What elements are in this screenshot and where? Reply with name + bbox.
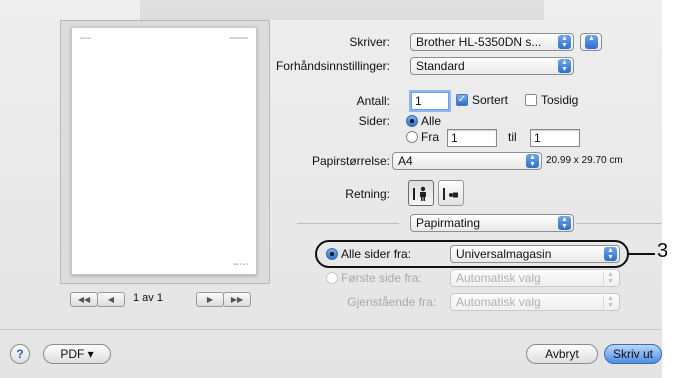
two-sided-label: Tosidig — [541, 93, 579, 107]
preview-panel: Heit sett 00000000000 Side 1 av 1 — [60, 20, 270, 284]
popup-arrows-icon: ▲ ▼ — [603, 271, 617, 285]
presets-label: Forhåndsinnstillinger: — [275, 59, 390, 73]
previous-page-button[interactable]: ◀ — [97, 292, 125, 307]
next-page-button[interactable]: ▶ — [196, 292, 224, 307]
popup-arrows-icon: ▲ ▼ — [526, 154, 539, 168]
panel-popup[interactable]: Papirmating ▲ ▼ — [410, 214, 574, 232]
preview-page: Heit sett 00000000000 Side 1 av 1 — [71, 27, 257, 275]
first-page-from-label: Første side fra: — [341, 271, 422, 285]
print-dialog: Heit sett 00000000000 Side 1 av 1 ◀◀ ◀ 1… — [0, 0, 662, 378]
orientation-label: Retning: — [345, 187, 390, 201]
presets-popup[interactable]: Standard ▲ ▼ — [410, 57, 574, 75]
landscape-person-icon — [443, 188, 458, 200]
print-button[interactable]: Skriv ut — [604, 344, 662, 364]
first-page-button[interactable]: ◀◀ — [70, 292, 98, 307]
separator-left — [297, 223, 399, 224]
collated-checkbox[interactable]: ✓ — [456, 94, 468, 106]
pages-from-field[interactable]: 1 — [447, 129, 497, 147]
popup-arrows-icon: ▲ ▼ — [558, 59, 571, 73]
popup-arrows-icon: ▲ ▼ — [603, 295, 617, 309]
cancel-button[interactable]: Avbryt — [526, 344, 598, 364]
pages-from-radio[interactable] — [406, 131, 418, 143]
pages-all-radio[interactable] — [406, 115, 418, 127]
disclosure-triangle-icon: ▲ — [585, 35, 598, 49]
help-button[interactable]: ? — [10, 344, 30, 364]
printer-value: Brother HL-5350DN s... — [416, 35, 542, 49]
two-sided-checkbox[interactable] — [525, 94, 537, 106]
copies-field[interactable]: 1 — [411, 92, 449, 110]
portrait-person-icon — [413, 186, 426, 201]
panel-value: Papirmating — [416, 216, 481, 230]
portrait-orientation-button[interactable] — [408, 180, 434, 206]
pages-label: Sider: — [358, 114, 390, 128]
callout-oval — [315, 240, 629, 268]
pages-all-label: Alle — [421, 114, 442, 128]
preview-footer: Side 1 av 1 — [232, 262, 248, 266]
popup-arrows-icon: ▲ ▼ — [558, 35, 571, 49]
collapse-dialog-button[interactable]: ▲ — [580, 33, 602, 51]
first-page-source-popup[interactable]: Automatisk valg ▲ ▼ — [450, 269, 620, 287]
pdf-button[interactable]: PDF ▾ — [43, 344, 111, 364]
printer-label: Skriver: — [349, 35, 390, 49]
popup-arrows-icon: ▲ ▼ — [558, 216, 571, 230]
remaining-from-label: Gjenstående fra: — [347, 295, 436, 309]
landscape-orientation-button[interactable] — [438, 180, 464, 206]
pages-to-label: til — [508, 130, 517, 144]
paper-dimensions: 20.99 x 29.70 cm — [546, 155, 623, 166]
pages-from-label: Fra — [421, 130, 439, 144]
page-indicator: 1 av 1 — [133, 292, 163, 304]
callout-number: 3 — [657, 240, 669, 262]
remaining-source-popup[interactable]: Automatisk valg ▲ ▼ — [450, 293, 620, 311]
preview-header-left: Heit sett — [80, 36, 92, 40]
presets-value: Standard — [416, 59, 465, 73]
paper-size-value: A4 — [398, 154, 413, 168]
background-window-strip — [140, 0, 544, 20]
separator-right — [576, 223, 662, 224]
collated-label: Sortert — [472, 93, 509, 107]
paper-size-popup[interactable]: A4 ▲ ▼ — [392, 152, 542, 170]
preview-header-right: 00000000000 — [229, 36, 248, 40]
first-page-source-value: Automatisk valg — [456, 271, 541, 285]
callout-leader-line — [629, 253, 655, 255]
copies-label: Antall: — [356, 94, 390, 108]
last-page-button[interactable]: ▶▶ — [223, 292, 251, 307]
pages-to-field[interactable]: 1 — [530, 129, 580, 147]
printer-popup[interactable]: Brother HL-5350DN s... ▲ ▼ — [410, 33, 574, 51]
remaining-source-value: Automatisk valg — [456, 295, 541, 309]
paper-size-label: Papirstørrelse: — [311, 154, 390, 168]
first-page-from-radio[interactable] — [326, 272, 338, 284]
bottom-separator — [0, 329, 662, 330]
